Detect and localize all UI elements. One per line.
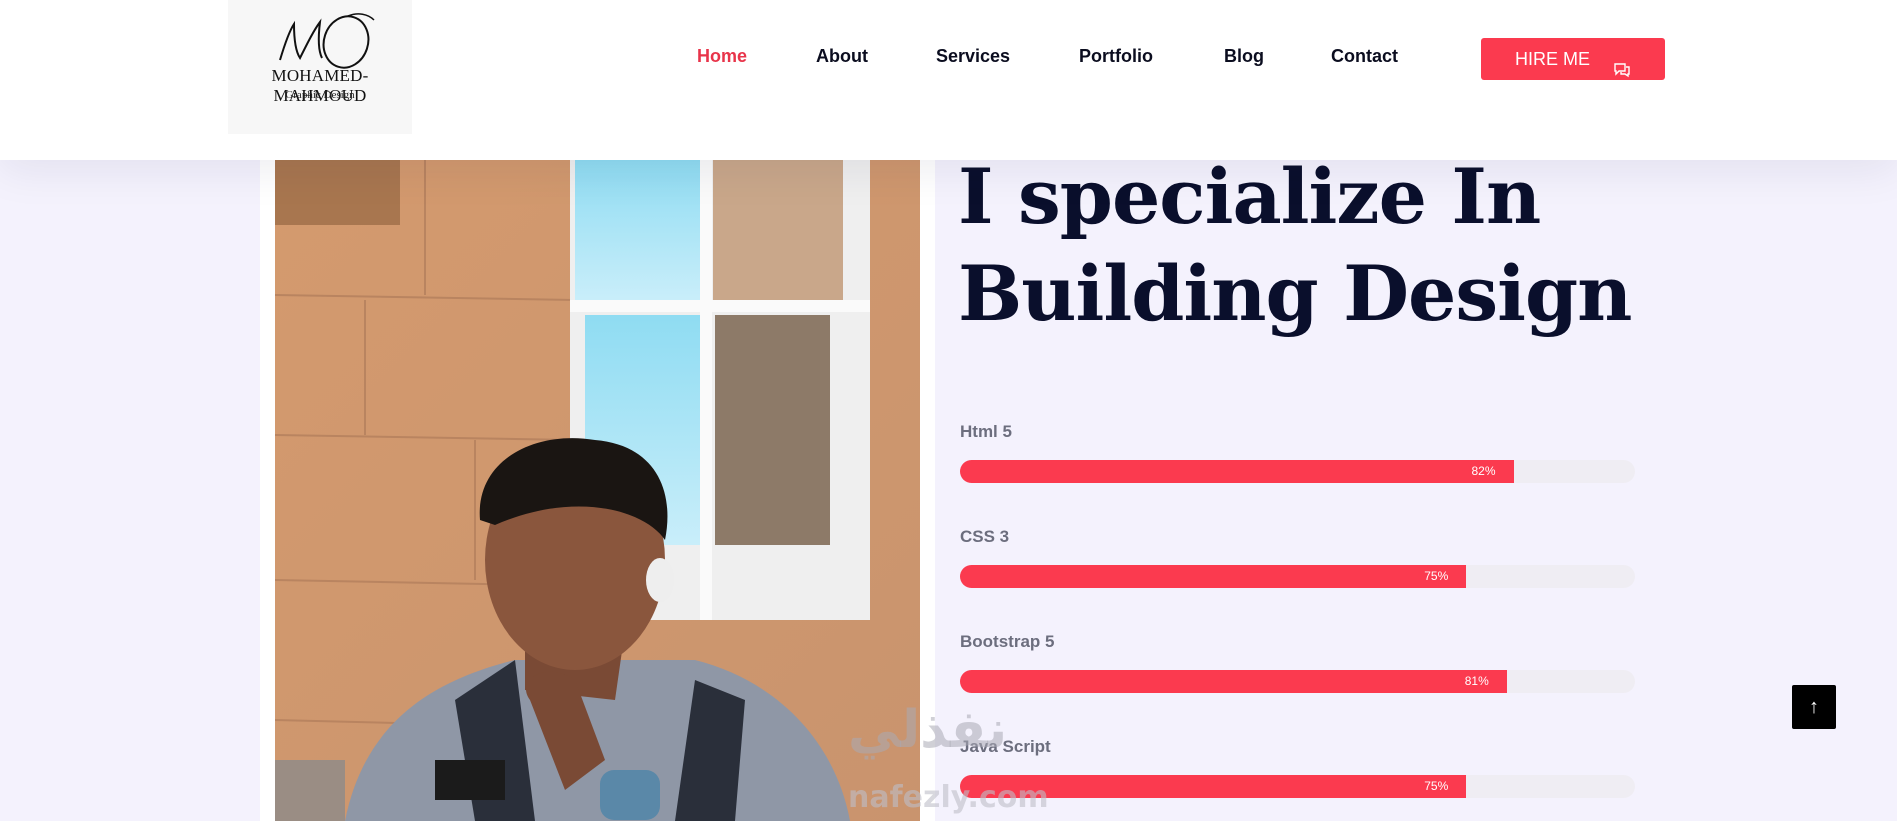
skill-percent-bootstrap: 81% bbox=[1464, 674, 1489, 688]
logo-monogram bbox=[279, 13, 375, 69]
nav-home[interactable]: Home bbox=[697, 46, 747, 67]
skill-bar-fill-css: 75% bbox=[960, 565, 1467, 588]
nav-portfolio[interactable]: Portfolio bbox=[1079, 46, 1153, 67]
skill-label-css: CSS 3 bbox=[960, 527, 1010, 546]
skill-label-html: Html 5 bbox=[960, 422, 1012, 441]
skill-bar-css: 75% bbox=[960, 565, 1635, 588]
arrow-up-icon: ↑ bbox=[1809, 696, 1819, 718]
scroll-to-top-button[interactable]: ↑ bbox=[1792, 685, 1836, 729]
skill-percent-css: 75% bbox=[1424, 569, 1449, 583]
hero-heading-line-2: Building Design bbox=[958, 249, 1632, 338]
profile-photo bbox=[275, 160, 920, 821]
skill-percent-javascript: 75% bbox=[1424, 779, 1449, 793]
skill-label-javascript: Java Script bbox=[960, 737, 1051, 756]
skill-percent-html: 82% bbox=[1471, 464, 1496, 478]
hire-me-label: HIRE ME bbox=[1515, 49, 1591, 69]
skill-label-bootstrap: Bootstrap 5 bbox=[960, 632, 1055, 651]
skill-bar-html: 82% bbox=[960, 460, 1635, 483]
site-header: MOHAMED-MAHMOUD Graphic Design Home Abou… bbox=[0, 0, 1897, 160]
nav-about[interactable]: About bbox=[816, 46, 868, 67]
nav-blog[interactable]: Blog bbox=[1224, 46, 1264, 67]
hire-me-button[interactable]: HIRE ME bbox=[1481, 38, 1665, 80]
skill-bar-fill-html: 82% bbox=[960, 460, 1514, 483]
nav-contact[interactable]: Contact bbox=[1331, 46, 1398, 67]
chat-icon bbox=[1613, 51, 1631, 93]
nav-services[interactable]: Services bbox=[936, 46, 1010, 67]
logo-tagline: Graphic Design bbox=[285, 89, 355, 101]
logo[interactable]: MOHAMED-MAHMOUD Graphic Design bbox=[228, 0, 412, 134]
hero-heading-line-1: I specialize In bbox=[958, 152, 1541, 241]
hero-heading: I specialize In Building Design bbox=[958, 148, 1758, 342]
skill-bar-bootstrap: 81% bbox=[960, 670, 1635, 693]
skill-bar-fill-javascript: 75% bbox=[960, 775, 1467, 798]
skill-bar-fill-bootstrap: 81% bbox=[960, 670, 1507, 693]
skill-bar-javascript: 75% bbox=[960, 775, 1635, 798]
